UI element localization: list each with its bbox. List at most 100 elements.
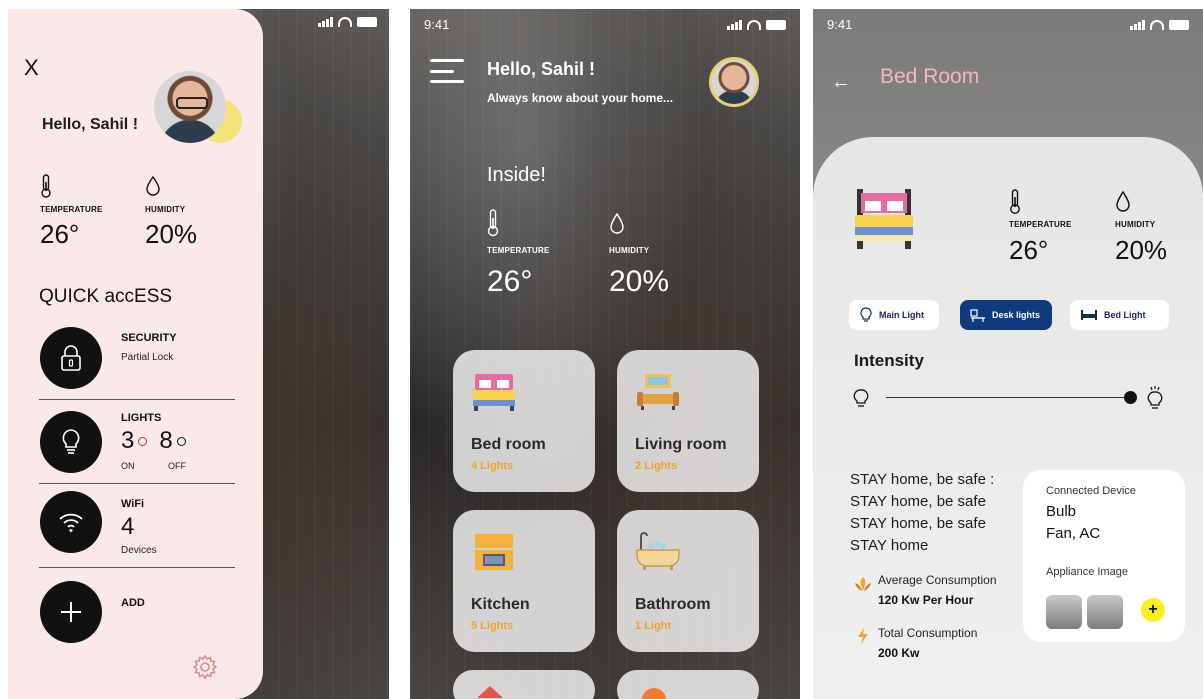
status-time: 9:41 (424, 17, 450, 32)
device-item: Bulb (1046, 503, 1077, 520)
add-button[interactable] (40, 581, 102, 643)
bed-icon (1081, 310, 1097, 320)
wifi-icon (59, 513, 83, 532)
thermometer-icon (487, 209, 499, 237)
lights-counts: 3 8 (121, 427, 186, 455)
intensity-slider[interactable] (886, 397, 1132, 398)
total-consumption-label: Total Consumption (878, 626, 978, 640)
room-card-partial[interactable] (617, 670, 759, 699)
thermometer-icon (1010, 189, 1020, 214)
bed-icon (473, 374, 515, 411)
bulb-icon (62, 429, 80, 454)
total-consumption-value: 200 Kw (878, 646, 920, 660)
side-drawer: X Hello, Sahil ! TEMPERATURE 26° HUMIDIT… (8, 9, 263, 699)
humidity-label: HUMIDITY (609, 246, 650, 255)
main-light-label: Main Light (879, 310, 924, 320)
room-card-partial[interactable] (453, 670, 595, 699)
status-bar: 9:41 (827, 17, 1189, 32)
temperature-value: 26° (1009, 235, 1049, 265)
room-card-bedroom[interactable]: Bed room 4 Lights (453, 350, 595, 492)
security-title: SECURITY (121, 332, 177, 344)
stay-home-message: STAY home, be safe : STAY home, be safe … (850, 469, 994, 557)
quick-access-title: QUICK accESS (39, 286, 173, 307)
intensity-slider-handle[interactable] (1124, 391, 1137, 404)
room-light-count: 1 Light (635, 620, 672, 632)
wifi-devices-label: Devices (121, 545, 157, 556)
message-line: STAY home, be safe (850, 515, 986, 532)
signal-icon (727, 19, 742, 30)
room-light-count: 2 Lights (635, 460, 678, 472)
kitchen-icon (475, 534, 513, 570)
avatar[interactable] (709, 57, 759, 107)
room-light-count: 4 Lights (471, 460, 514, 472)
desk-lights-button[interactable]: Desk lights (960, 300, 1052, 330)
drawer-greeting: Hello, Sahil ! (42, 116, 139, 133)
wifi-status-icon (1150, 19, 1164, 30)
divider (39, 483, 235, 484)
status-bar: 9:41 (424, 17, 786, 32)
lights-title: LIGHTS (121, 412, 162, 424)
status-bar (307, 17, 377, 27)
on-indicator (138, 436, 148, 446)
wifi-device-count: 4 (121, 513, 135, 540)
bulb-icon (860, 307, 872, 322)
appliance-thumbnail[interactable] (1046, 595, 1082, 629)
humidity-icon (1116, 191, 1130, 212)
room-card-bathroom[interactable]: Bathroom 1 Light (617, 510, 759, 652)
wifi-title: WiFi (121, 498, 145, 510)
temperature-label: TEMPERATURE (1009, 220, 1072, 229)
appliance-thumbnail[interactable] (1087, 595, 1123, 629)
room-name: Bathroom (635, 596, 711, 613)
intensity-label: Intensity (854, 351, 924, 370)
add-appliance-button[interactable]: + (1141, 598, 1165, 622)
lightning-icon (858, 628, 868, 644)
temperature-value: 26° (487, 265, 533, 298)
avatar[interactable] (154, 71, 226, 143)
temperature-label: TEMPERATURE (40, 205, 103, 214)
menu-button[interactable] (430, 59, 464, 83)
divider (39, 399, 235, 400)
close-button[interactable]: X (24, 55, 39, 81)
house-icon (477, 686, 503, 698)
home-greeting: Hello, Sahil ! (487, 59, 596, 79)
message-line: STAY home, be safe : (850, 471, 995, 488)
security-button[interactable] (40, 327, 102, 389)
message-line: STAY home, be safe (850, 493, 986, 510)
humidity-icon (146, 176, 160, 196)
humidity-value: 20% (145, 219, 198, 249)
battery-icon (357, 17, 377, 27)
connected-devices-card: Connected Device Bulb Fan, AC Appliance … (1023, 470, 1185, 642)
temperature-label: TEMPERATURE (487, 246, 550, 255)
room-icon (642, 688, 666, 699)
room-card-living-room[interactable]: Living room 2 Lights (617, 350, 759, 492)
bulb-on-icon (1147, 386, 1163, 409)
signal-icon (1130, 19, 1145, 30)
thermometer-icon (41, 174, 51, 198)
inside-label: Inside! (487, 164, 546, 186)
room-name: Kitchen (471, 596, 530, 613)
main-light-button[interactable]: Main Light (849, 300, 939, 330)
humidity-label: HUMIDITY (1115, 220, 1156, 229)
humidity-label: HUMIDITY (145, 205, 186, 214)
home-screen: 9:41 Hello, Sahil ! Always know about yo… (410, 9, 800, 699)
room-card-kitchen[interactable]: Kitchen 5 Lights (453, 510, 595, 652)
battery-icon (766, 19, 786, 30)
sofa-icon (637, 374, 679, 410)
divider (39, 567, 235, 568)
bulb-off-icon (853, 389, 869, 407)
wifi-button[interactable] (40, 491, 102, 553)
status-time: 9:41 (827, 17, 853, 32)
room-title: Bed Room (880, 65, 980, 88)
lights-button[interactable] (40, 411, 102, 473)
bed-light-button[interactable]: Bed Light (1070, 300, 1169, 330)
back-button[interactable]: ← (831, 71, 851, 94)
bed-light-label: Bed Light (1104, 310, 1146, 320)
humidity-value: 20% (1115, 235, 1168, 265)
connected-device-label: Connected Device (1046, 485, 1136, 497)
battery-icon (1169, 19, 1189, 30)
lights-off-label: OFF (168, 461, 186, 471)
signal-icon (318, 17, 333, 27)
bed-icon (855, 189, 913, 249)
add-title: ADD (121, 597, 145, 609)
gear-icon[interactable] (192, 654, 218, 680)
